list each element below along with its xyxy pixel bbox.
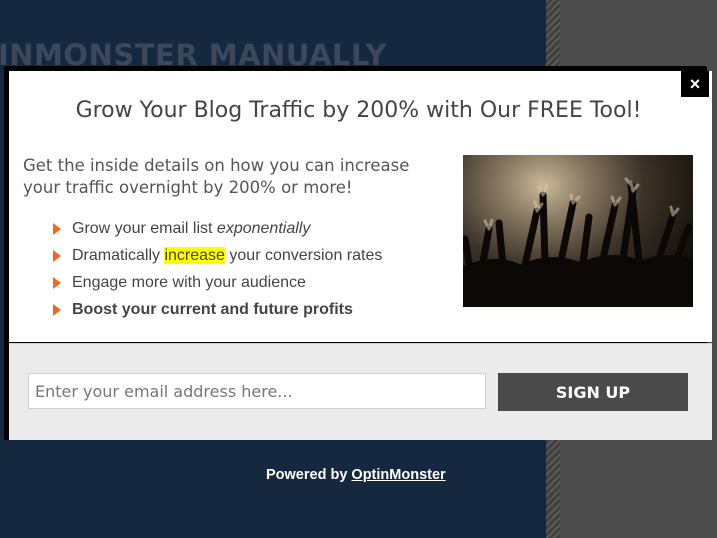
orange-arrow-icon bbox=[53, 277, 61, 289]
popup-title: Grow Your Blog Traffic by 200% with Our … bbox=[75, 98, 642, 123]
orange-arrow-icon bbox=[53, 250, 61, 262]
orange-arrow-icon bbox=[53, 223, 61, 235]
sign-up-button[interactable]: SIGN UP bbox=[498, 373, 688, 411]
benefit-item: Boost your current and future profits bbox=[53, 297, 382, 324]
optinmonster-link[interactable]: OptinMonster bbox=[351, 467, 445, 483]
orange-arrow-icon bbox=[53, 304, 61, 316]
benefit-item: Dramatically increase your conversion ra… bbox=[53, 243, 382, 270]
highlighted-word: increase bbox=[164, 247, 225, 264]
popup-lead-text: Get the inside details on how you can in… bbox=[23, 156, 410, 197]
benefit-item: Grow your email list exponentially bbox=[53, 216, 382, 243]
close-icon[interactable]: × bbox=[681, 71, 709, 97]
crowd-silhouette-icon bbox=[463, 177, 693, 307]
powered-by-text: Powered by OptinMonster bbox=[266, 467, 446, 483]
benefits-list: Grow your email list exponentially Drama… bbox=[53, 216, 382, 324]
concert-crowd-photo bbox=[463, 155, 693, 307]
email-input[interactable] bbox=[28, 373, 486, 409]
benefit-item: Engage more with your audience bbox=[53, 270, 382, 297]
